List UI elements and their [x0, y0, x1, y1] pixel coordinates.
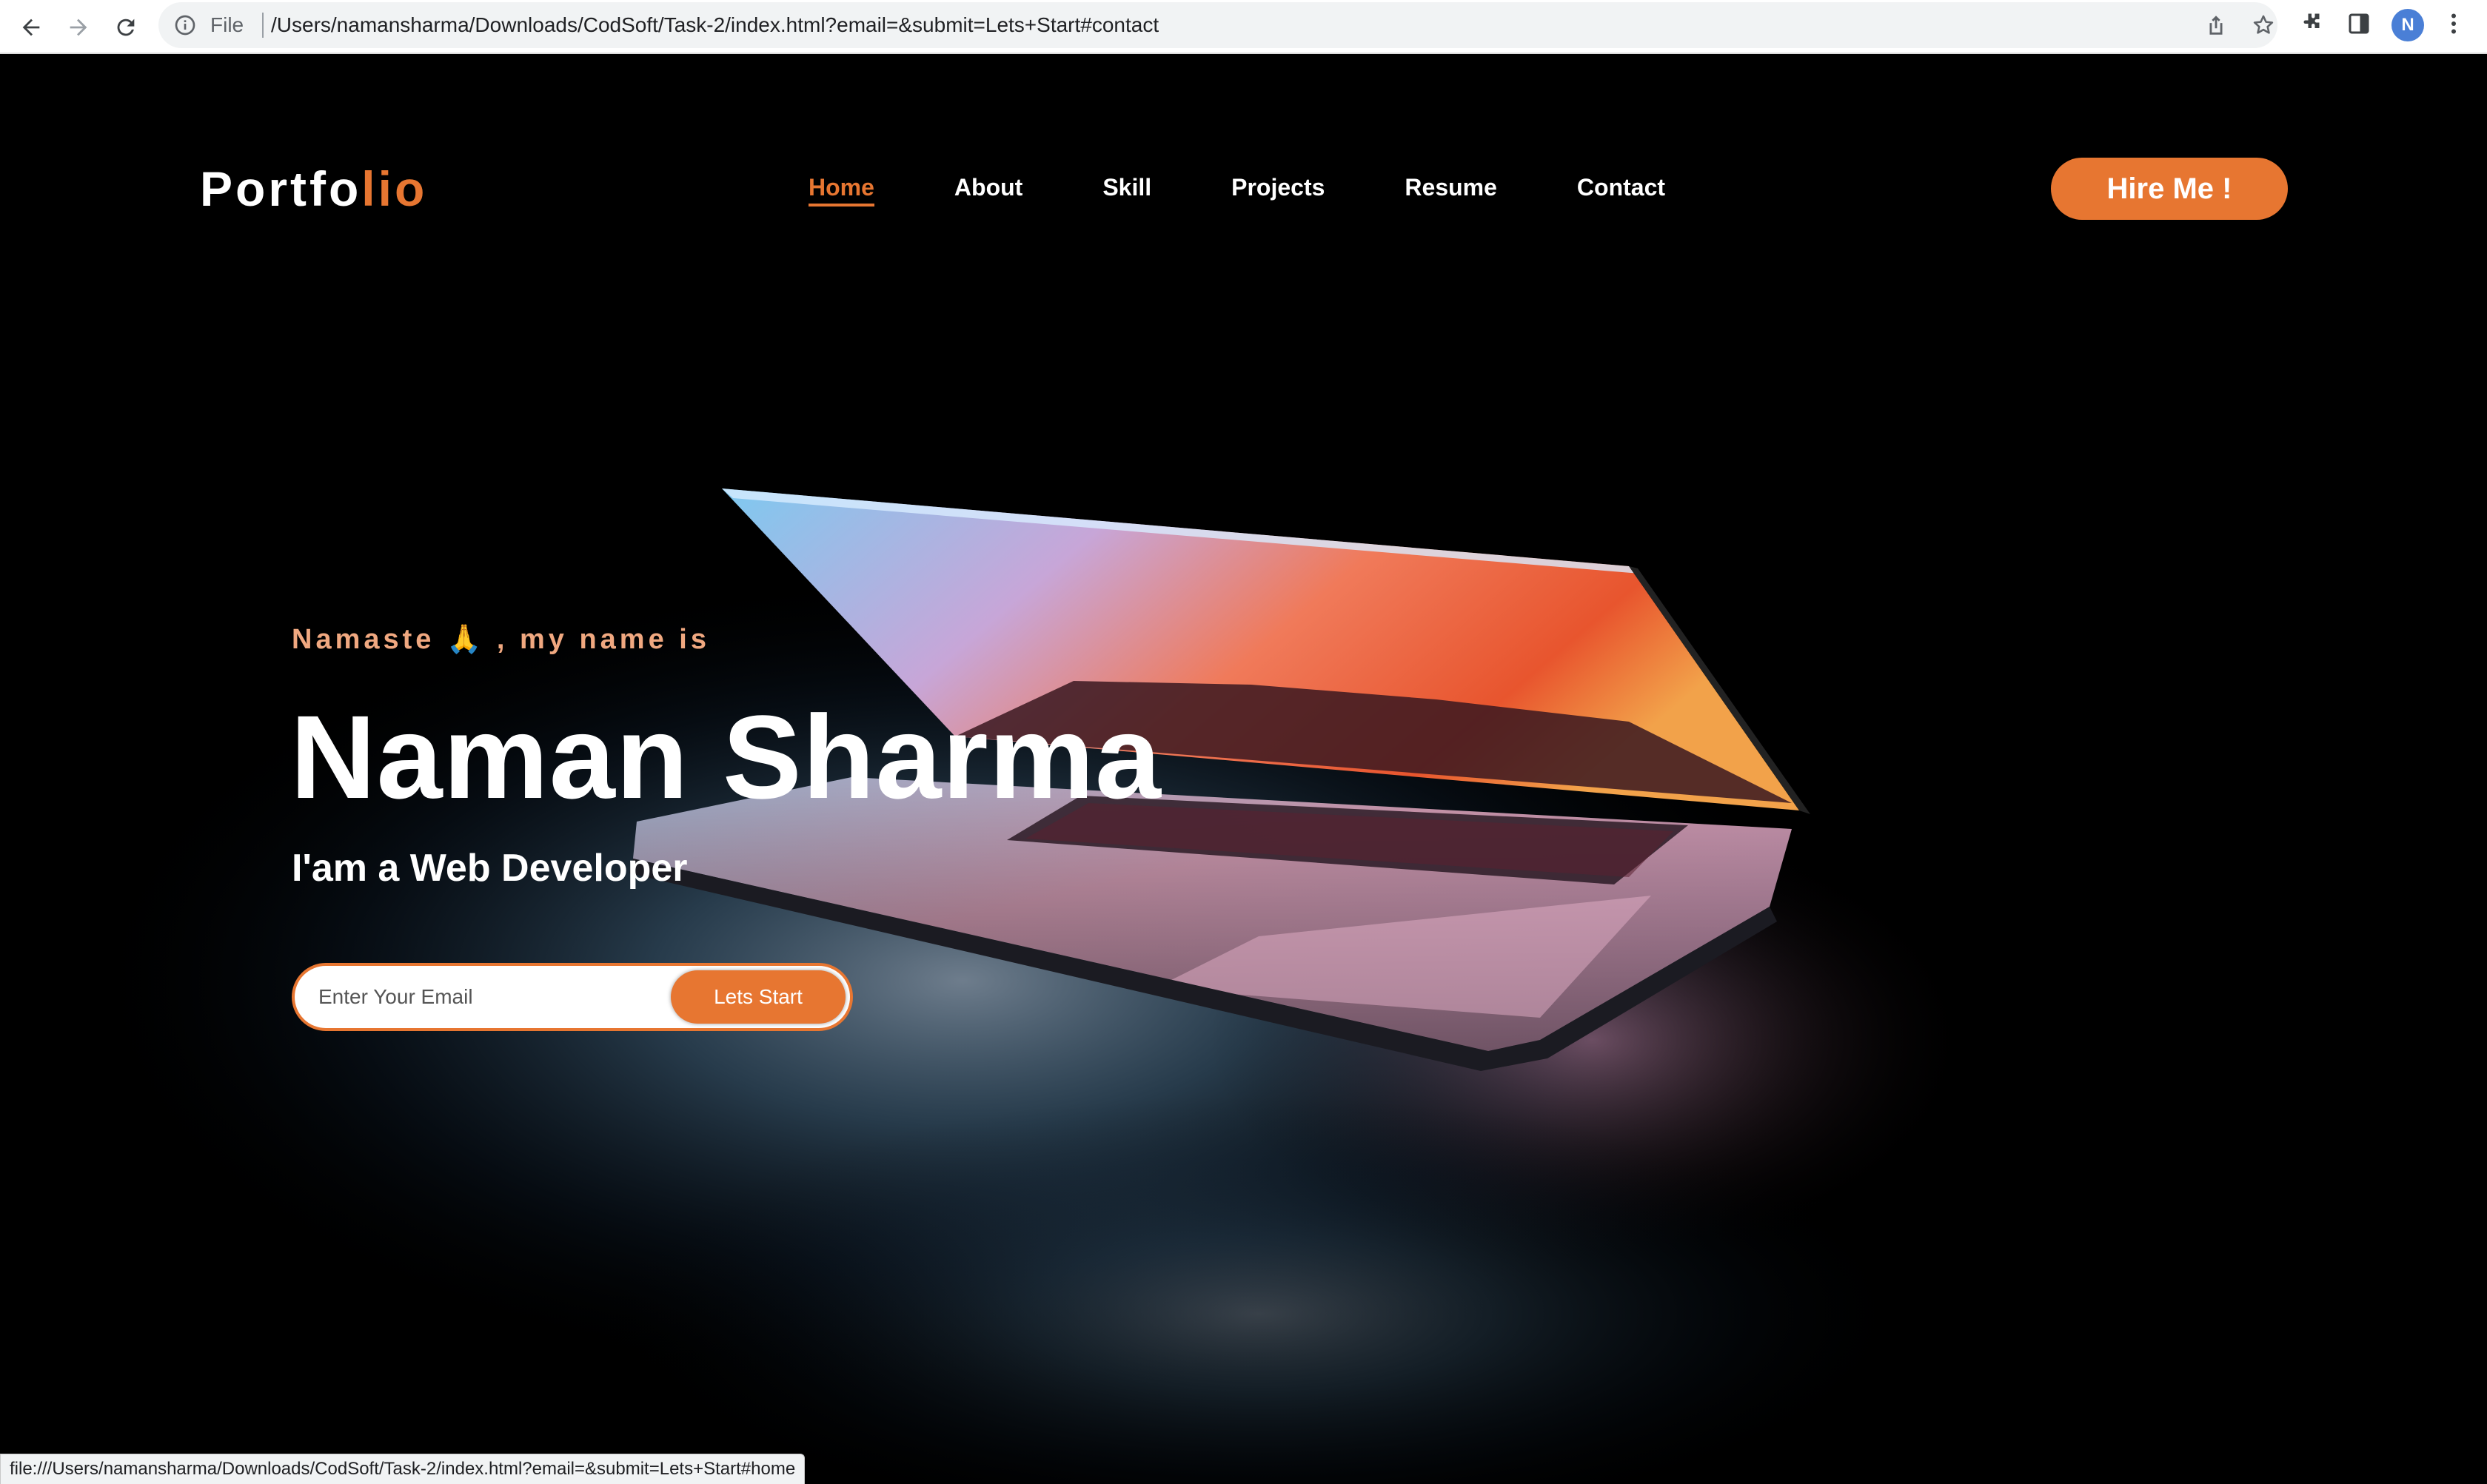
portfolio-page: Portfolio Home About Skill Projects Resu…: [0, 56, 2487, 1484]
main-navigation: Home About Skill Projects Resume Contact: [809, 172, 1665, 207]
lets-start-button[interactable]: Lets Start: [671, 970, 846, 1024]
email-input[interactable]: [317, 976, 672, 1018]
address-separator: [262, 13, 264, 38]
logo-accent-text: lio: [361, 161, 428, 216]
info-icon[interactable]: [173, 13, 197, 37]
email-signup-form: Lets Start: [292, 963, 853, 1031]
share-icon[interactable]: [2203, 13, 2229, 38]
nav-link-skill[interactable]: Skill: [1102, 172, 1151, 207]
back-button[interactable]: [10, 7, 52, 48]
reload-icon: [117, 19, 135, 36]
extensions-puzzle-icon[interactable]: [2298, 10, 2325, 37]
link-status-bar: file:///Users/namansharma/Downloads/CodS…: [0, 1454, 806, 1484]
forward-button[interactable]: [58, 7, 99, 48]
forward-arrow-icon: [70, 19, 87, 36]
logo-main-text: Portfo: [200, 161, 362, 216]
file-label: File: [210, 13, 244, 36]
nav-link-home[interactable]: Home: [809, 172, 874, 207]
hero-name: Naman Sharma: [290, 691, 1162, 823]
nav-link-contact[interactable]: Contact: [1577, 172, 1665, 207]
back-arrow-icon: [22, 19, 40, 36]
browser-toolbar: File /Users/namansharma/Downloads/CodSof…: [0, 0, 2487, 54]
hero-greeting: Namaste 🙏 , my name is: [292, 624, 710, 655]
hire-me-button[interactable]: Hire Me !: [2051, 158, 2288, 220]
url-text[interactable]: /Users/namansharma/Downloads/CodSoft/Tas…: [271, 13, 1159, 38]
kebab-menu-icon[interactable]: [2440, 10, 2467, 37]
profile-avatar[interactable]: N: [2391, 9, 2424, 41]
side-panel-icon[interactable]: [2346, 10, 2372, 37]
bookmark-star-icon[interactable]: [2251, 13, 2276, 38]
reload-button[interactable]: [105, 7, 147, 48]
address-bar[interactable]: File /Users/namansharma/Downloads/CodSof…: [158, 2, 2277, 48]
nav-link-projects[interactable]: Projects: [1231, 172, 1325, 207]
nav-link-resume[interactable]: Resume: [1405, 172, 1497, 207]
nav-link-about[interactable]: About: [954, 172, 1022, 207]
site-logo[interactable]: Portfolio: [200, 159, 427, 218]
hero-role: I'am a Web Developer: [292, 847, 688, 890]
